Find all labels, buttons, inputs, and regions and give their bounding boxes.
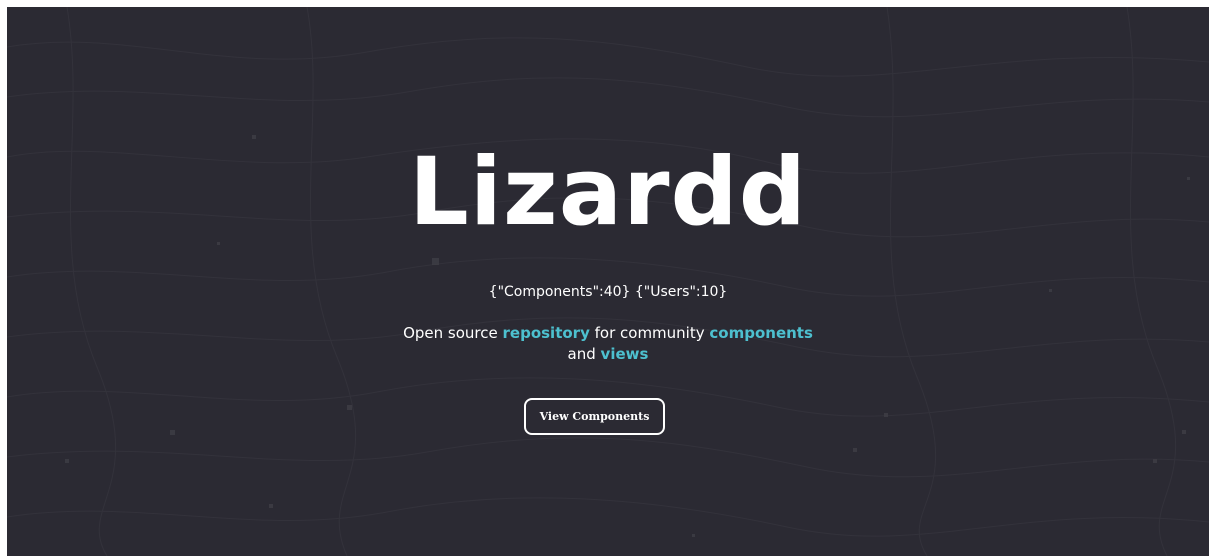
tagline-text-1: Open source — [403, 324, 503, 342]
tagline: Open source repository for community com… — [7, 323, 1209, 365]
stats-counter: {"Components":40} {"Users":10} — [488, 284, 728, 300]
components-highlight: components — [709, 324, 813, 342]
hero-section: Lizardd {"Components":40} {"Users":10} O… — [7, 7, 1209, 556]
view-components-button[interactable]: View Components — [524, 398, 665, 435]
repository-highlight: repository — [502, 324, 590, 342]
page-title: Lizardd — [408, 138, 808, 247]
tagline-text-2: for community — [589, 324, 710, 342]
page-background: Lizardd {"Components":40} {"Users":10} O… — [7, 7, 1209, 556]
tagline-text-3: and — [567, 345, 601, 363]
views-highlight: views — [600, 345, 649, 363]
